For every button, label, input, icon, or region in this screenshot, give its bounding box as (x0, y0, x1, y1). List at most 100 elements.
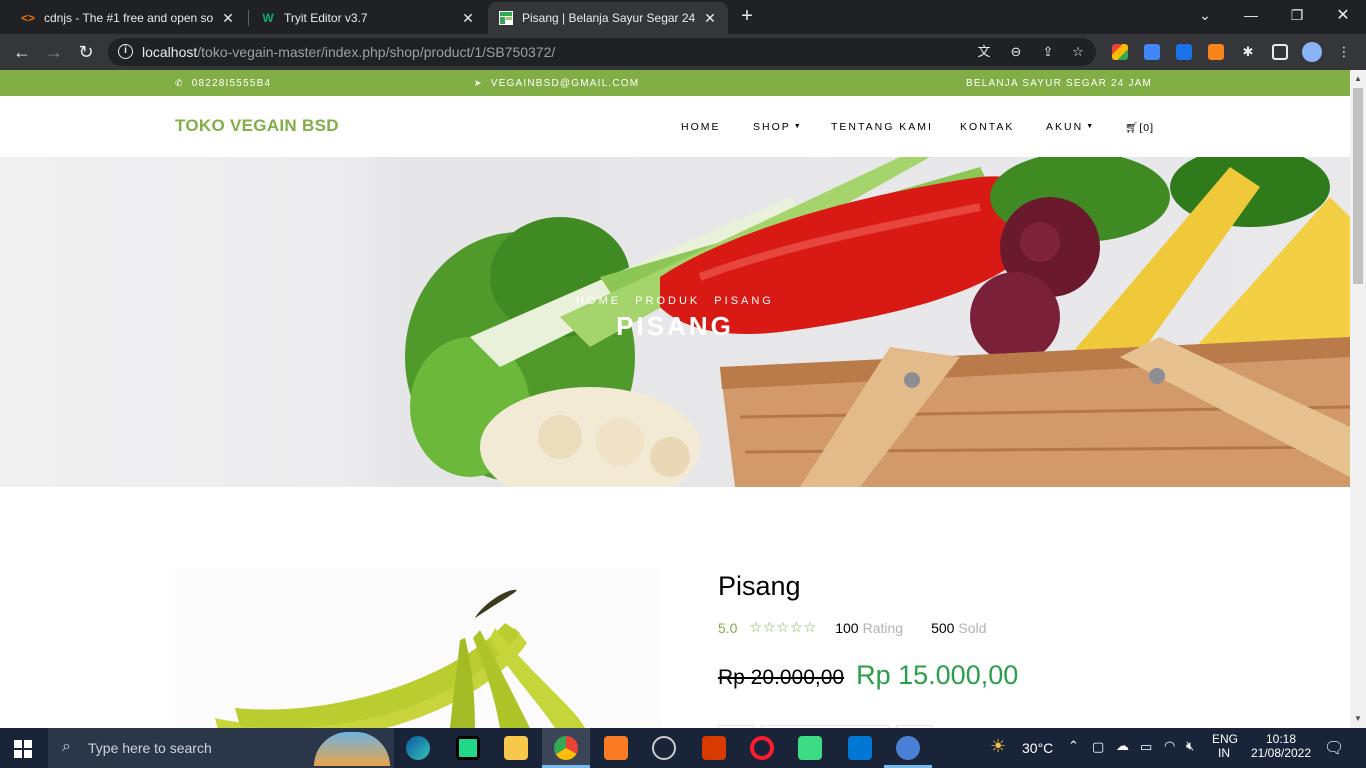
nav-account-label: AKUN (1046, 121, 1084, 133)
meet-now-icon[interactable]: ▢ (1092, 739, 1104, 755)
close-window-button[interactable]: ✕ (1320, 0, 1366, 30)
scrollbar-thumb[interactable] (1353, 88, 1363, 284)
clock-date: 21/08/2022 (1250, 746, 1312, 760)
search-icon: ⌕ (62, 738, 71, 755)
nav-cart[interactable]: 🛒︎[0] (1125, 121, 1154, 134)
code-brackets-icon: <> (20, 11, 35, 25)
menu-kebab-icon[interactable]: ⋮ (1336, 44, 1352, 60)
breadcrumb-produk[interactable]: PRODUK (635, 295, 700, 307)
windows-taskbar: ⌕ Type here to search ☀ 30°C ⌃ ▢ ☁ ▭ ◠ 🔇… (0, 728, 1366, 768)
browser-toolbar: ← → ↻ i localhost/toko-vegain-master/ind… (0, 34, 1366, 70)
nav-account[interactable]: AKUN ▼ (1046, 121, 1095, 133)
file-explorer-icon[interactable] (504, 736, 528, 760)
site-info-icon[interactable]: i (118, 44, 133, 59)
notifications-icon[interactable]: 🗨︎ (1324, 738, 1344, 758)
input-language[interactable]: ENG IN (1212, 732, 1238, 760)
product-image[interactable] (175, 568, 661, 728)
share-icon[interactable]: ⇪ (1040, 44, 1056, 60)
translate-icon[interactable]: 文 (976, 44, 992, 60)
restore-button[interactable]: ❐ (1274, 0, 1320, 30)
onedrive-icon[interactable]: ☁ (1116, 738, 1129, 754)
pycharm-icon[interactable] (456, 736, 480, 760)
sheet-favicon-icon (498, 10, 514, 26)
chrome-profile-icon[interactable] (896, 736, 920, 760)
rating-count: 100 (835, 619, 859, 636)
language-code: ENG (1212, 732, 1239, 746)
phone-icon: ✆ (175, 78, 184, 88)
side-panel-icon[interactable] (1272, 44, 1288, 60)
office-icon[interactable] (702, 736, 726, 760)
url-path: /toko-vegain-master/index.php/shop/produ… (197, 44, 556, 60)
xampp-icon[interactable] (604, 736, 628, 760)
obs-icon[interactable] (652, 736, 676, 760)
page-title: PISANG (616, 311, 734, 341)
nav-about[interactable]: TENTANG KAMI (831, 121, 933, 133)
chrome-icon[interactable] (554, 736, 578, 760)
clock[interactable]: 10:18 21/08/2022 (1250, 732, 1312, 760)
extensions-puzzle-icon[interactable]: ✱ (1240, 44, 1256, 60)
zoom-icon[interactable]: ⊖ (1008, 44, 1024, 60)
tab-cdnjs[interactable]: <> cdnjs - The #1 free and open source ✕ (10, 2, 246, 34)
tab-title: cdnjs - The #1 free and open source (44, 11, 214, 25)
forward-icon[interactable]: → (42, 40, 66, 64)
nav-home[interactable]: HOME (681, 121, 721, 133)
page-viewport: ✆ 08228I5555B4 ➤ VEGAINBSD@GMAIL.COM BEL… (0, 70, 1350, 728)
wifi-icon[interactable]: ◠ (1164, 738, 1175, 754)
sold-count: 500 (931, 619, 955, 636)
tab-tryit-editor[interactable]: W Tryit Editor v3.7 ✕ (250, 2, 486, 34)
paper-plane-icon: ➤ (474, 78, 483, 88)
android-studio-icon[interactable] (798, 736, 822, 760)
search-highlight-illustration (314, 732, 390, 766)
email-info: ➤ VEGAINBSD@GMAIL.COM (474, 78, 639, 89)
reload-icon[interactable]: ↻ (74, 40, 98, 64)
new-tab-button[interactable]: + (736, 6, 758, 28)
top-info-bar: ✆ 08228I5555B4 ➤ VEGAINBSD@GMAIL.COM BEL… (0, 70, 1350, 96)
profile-avatar[interactable] (1302, 42, 1322, 62)
site-navbar: TOKO VEGAIN BSD HOME SHOP ▼ TENTANG KAMI … (0, 96, 1350, 157)
battery-icon[interactable]: ▭ (1140, 739, 1152, 755)
sale-price: Rp 15.000,00 (856, 660, 1019, 690)
windows-start-icon[interactable] (14, 740, 32, 758)
address-url[interactable]: localhost/toko-vegain-master/index.php/s… (142, 44, 555, 60)
breadcrumb-home[interactable]: HOME (576, 295, 621, 307)
extension-colorpicker-icon[interactable] (1112, 44, 1128, 60)
weather-temperature[interactable]: 30°C (1022, 740, 1053, 756)
tray-chevron-up-icon[interactable]: ⌃ (1068, 738, 1079, 754)
old-price: Rp 20.000,00 (718, 666, 845, 689)
tab-pisang[interactable]: Pisang | Belanja Sayur Segar 24 Jam ✕ (488, 2, 728, 34)
scroll-up-icon[interactable]: ▲ (1354, 74, 1362, 83)
nav-shop-label: SHOP (753, 121, 791, 133)
sold-label: Sold (958, 619, 987, 636)
scroll-down-icon[interactable]: ▼ (1354, 714, 1362, 723)
back-icon[interactable]: ← (10, 40, 34, 64)
edge-icon[interactable] (406, 736, 430, 760)
bookmark-star-icon[interactable]: ☆ (1070, 44, 1086, 60)
close-tab-icon[interactable]: ✕ (460, 10, 476, 27)
url-host: localhost (142, 44, 198, 60)
minimize-button[interactable]: — (1228, 0, 1274, 30)
taskbar-search[interactable]: ⌕ Type here to search (48, 728, 394, 768)
vscode-icon[interactable] (848, 736, 872, 760)
brand-logo[interactable]: TOKO VEGAIN BSD (175, 116, 339, 136)
weather-icon[interactable]: ☀ (990, 736, 1006, 757)
extension-google-icon[interactable] (1176, 44, 1192, 60)
nav-contact[interactable]: KONTAK (960, 121, 1014, 133)
tab-title: Tryit Editor v3.7 (284, 11, 368, 25)
close-tab-icon[interactable]: ✕ (220, 10, 236, 27)
volume-muted-icon[interactable]: 🔇︎ (1186, 738, 1194, 754)
nav-shop[interactable]: SHOP ▼ (753, 121, 803, 133)
cart-count: [0] (1139, 122, 1155, 134)
address-bar[interactable]: i localhost/toko-vegain-master/index.php… (108, 38, 1096, 66)
tagline: BELANJA SAYUR SEGAR 24 JAM (966, 78, 1152, 89)
page-scrollbar[interactable]: ▲ ▼ (1350, 70, 1366, 728)
tab-search-button[interactable]: ⌄ (1182, 0, 1228, 30)
product-price: Rp 20.000,00 Rp 15.000,00 (718, 660, 1018, 691)
opera-icon[interactable] (750, 736, 774, 760)
cart-icon: 🛒︎ (1125, 122, 1140, 134)
close-tab-icon[interactable]: ✕ (702, 10, 718, 27)
rating-label: Rating (862, 619, 904, 636)
extension-metamask-icon[interactable] (1208, 44, 1224, 60)
rating-score: 5.0 (718, 619, 738, 636)
extension-docs-icon[interactable] (1144, 44, 1160, 60)
star-rating-icon[interactable]: ☆☆☆☆☆ (749, 619, 817, 636)
